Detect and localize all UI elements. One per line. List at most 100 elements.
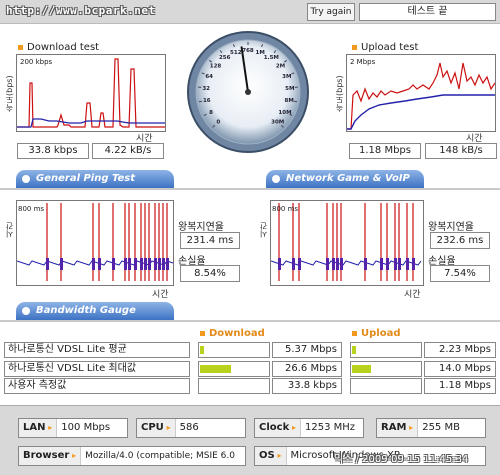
cpu-info: CPU586 xyxy=(136,418,246,438)
bullet-icon xyxy=(22,307,30,315)
ping-latency-burst xyxy=(162,258,165,270)
ping-latency-burst xyxy=(278,258,281,270)
ping-left-scale: 800 ms xyxy=(18,205,45,213)
ping-latency-burst xyxy=(134,258,137,270)
upload-ylabel: 속도(bps) xyxy=(335,75,344,112)
upload-speed-bps: 1.18 Mbps xyxy=(349,143,421,159)
clock-info: Clock1253 MHz xyxy=(254,418,364,438)
ping-latency-burst xyxy=(128,258,131,270)
gauge-tick-label: 256 xyxy=(219,55,231,61)
gauge-tick-label: 10M xyxy=(278,110,291,116)
ping-latency-burst xyxy=(336,258,339,270)
gauge-tick-label: 3M xyxy=(282,74,291,80)
gauge-tick-label: 2M xyxy=(276,63,285,69)
download-scale: 200 kbps xyxy=(20,58,53,66)
bullet-icon xyxy=(352,330,357,336)
ping-latency-burst xyxy=(158,258,161,270)
upload-scale: 2 Mbps xyxy=(350,58,376,66)
ping-latency-burst xyxy=(112,258,115,270)
ping-left-trace xyxy=(16,203,174,281)
ping-latency-burst xyxy=(364,258,367,270)
ping-latency-burst xyxy=(148,258,151,270)
download-bar xyxy=(198,378,270,394)
download-value: 5.37 Mbps xyxy=(272,342,342,358)
credit-watermark: 익스 / 2009-09-15 11:45:34 xyxy=(334,454,469,465)
ping-right-xlabel: 시간 xyxy=(404,290,421,300)
bullet-icon xyxy=(272,175,280,183)
ping-latency-burst xyxy=(298,258,301,270)
ping-latency-burst xyxy=(124,258,127,270)
upload-value: 1.18 Mbps xyxy=(424,378,496,394)
gauge-tick-label: 8M xyxy=(285,98,294,104)
ping-latency-burst xyxy=(340,258,343,270)
ping-latency-burst xyxy=(154,258,157,270)
ping-latency-burst xyxy=(166,258,169,270)
ping-left-xlabel: 시간 xyxy=(152,290,169,300)
upload-bar xyxy=(350,361,422,377)
ping-right-trace xyxy=(270,203,422,281)
ping-latency-burst xyxy=(326,258,329,270)
ram-info: RAM255 MB xyxy=(376,418,486,438)
bandwidth-row-name: 하나로통신 VDSL Lite 평균 xyxy=(4,342,190,358)
bandwidth-row-name: 하나로통신 VDSL Lite 최대값 xyxy=(4,361,190,377)
ping-latency-burst xyxy=(46,258,49,270)
bandwidth-upload-header: Upload xyxy=(352,328,400,339)
ping-left-loss-value: 8.54% xyxy=(180,265,240,282)
tab-general-ping-test[interactable]: General Ping Test xyxy=(16,170,174,188)
download-bar xyxy=(198,342,270,358)
gauge-dial: 08163264128256512 768 1M1.5M2M3M5M8M10M30M xyxy=(187,31,309,153)
upload-speed-Bps: 148 kB/s xyxy=(425,143,497,159)
gauge-tick-label: 32 xyxy=(202,86,210,92)
speed-gauge: 0 8 16 32 64 128 256 512 768 1M 1.5M 2M 3M 5M 8M 10M 30M xyxy=(186,28,311,158)
gauge-tick-label: 1.5M xyxy=(264,55,279,61)
download-bar xyxy=(198,361,270,377)
gauge-tick-label: 0 xyxy=(216,120,220,126)
download-title: Download test xyxy=(18,42,99,53)
download-ylabel: 속도(bps) xyxy=(5,75,14,112)
ping-latency-burst xyxy=(412,258,415,270)
download-speed-bps: 33.8 kbps xyxy=(17,143,89,159)
upload-bar xyxy=(350,378,422,394)
bullet-icon xyxy=(22,175,30,183)
ping-latency-burst xyxy=(292,258,295,270)
ping-latency-burst xyxy=(332,258,335,270)
bandwidth-download-header: Download xyxy=(200,328,265,339)
gauge-tick-label: 5M xyxy=(285,86,294,92)
download-bar-fill xyxy=(200,346,205,354)
ping-latency-burst xyxy=(394,258,397,270)
gauge-tick-label: 30M xyxy=(271,120,284,126)
gauge-tick-label: 128 xyxy=(210,63,222,69)
ping-latency-burst xyxy=(98,258,101,270)
ping-right-scale: 800 ms xyxy=(272,205,299,213)
browser-info: BrowserMozilla/4.0 (compatible; MSIE 6.0 xyxy=(18,446,246,466)
ping-latency-burst xyxy=(92,258,95,270)
download-bar-fill xyxy=(200,365,231,373)
gauge-tick-label: 16 xyxy=(203,98,211,104)
site-url: http://www.bcpark.net xyxy=(6,4,156,17)
ping-left-rtt-label: 왕복지연율 xyxy=(178,222,224,233)
ping-latency-burst xyxy=(144,258,147,270)
upload-bar-fill xyxy=(352,365,371,373)
download-trace xyxy=(17,58,165,128)
ping-right-rtt-label: 왕복지연율 xyxy=(428,222,474,233)
gauge-tick-label: 64 xyxy=(205,74,213,80)
gauge-tick xyxy=(293,100,298,103)
try-again-button[interactable]: Try again xyxy=(307,3,355,21)
ping-right-rtt-value: 232.6 ms xyxy=(430,232,490,249)
upload-title: Upload test xyxy=(352,42,418,53)
lan-info: LAN100 Mbps xyxy=(18,418,128,438)
ping-right-loss-value: 7.54% xyxy=(430,265,490,282)
bullet-icon xyxy=(200,330,205,336)
ping-latency-burst xyxy=(406,258,409,270)
gauge-tick-label: 768 xyxy=(242,48,254,54)
download-value: 26.6 Mbps xyxy=(272,361,342,377)
ping-latency-burst xyxy=(386,258,389,270)
divider xyxy=(0,188,500,190)
tab-bandwidth-gauge[interactable]: Bandwidth Gauge xyxy=(16,302,174,320)
tab-network-game-voip-test[interactable]: Network Game & VoIP Test xyxy=(266,170,424,202)
gauge-tick-label: 8 xyxy=(209,110,213,116)
bandwidth-row-name: 사용자 측정값 xyxy=(4,378,190,394)
status-field: 테스트 끝 xyxy=(359,3,496,21)
ping-latency-burst xyxy=(140,258,143,270)
ping-left-rtt-value: 231.4 ms xyxy=(180,232,240,249)
